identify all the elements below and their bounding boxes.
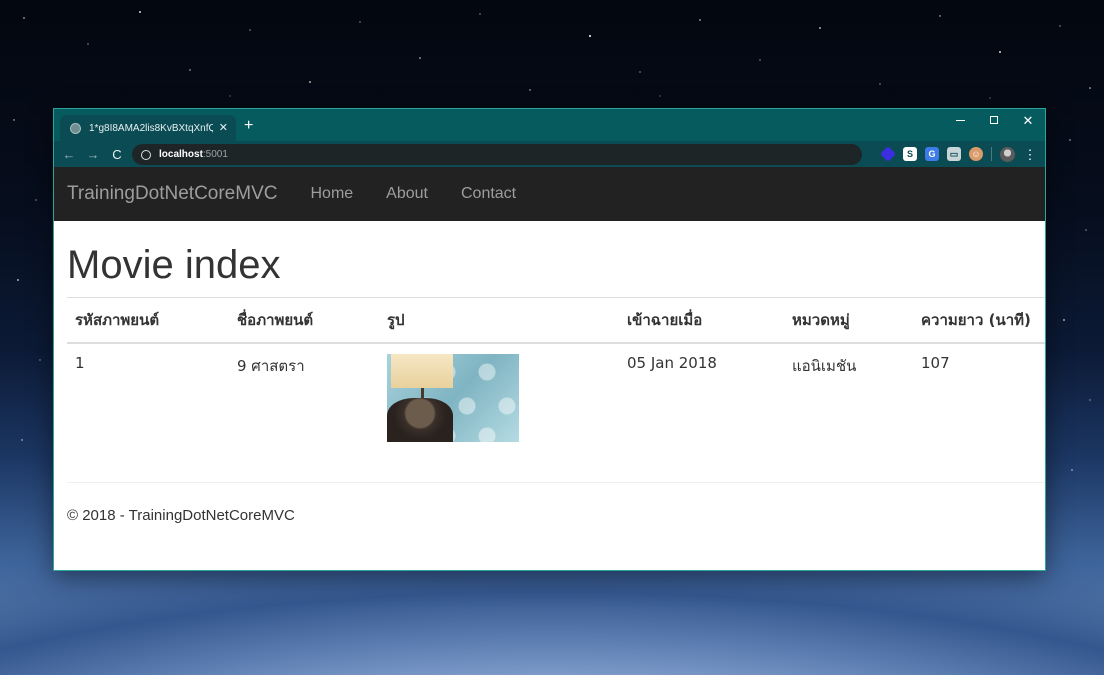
cell-release-date: 05 Jan 2018 <box>627 354 717 372</box>
header-length: ความยาว (นาที) <box>913 297 1045 344</box>
toolbar-divider <box>991 147 992 161</box>
movie-table: รหัสภาพยนต์ ชื่อภาพยนต์ รูป เข้าฉายเมื่อ… <box>67 297 1045 452</box>
browser-toolbar: ← → C localhost:5001 S G ▭ ☺ ⋮ <box>54 141 1045 167</box>
header-movie-id: รหัสภาพยนต์ <box>67 297 229 344</box>
nav-contact[interactable]: Contact <box>461 185 516 203</box>
browser-window: 1*g8I8AMA2lis8KvBXtqXnfQ.png ✕ + ✕ ← → C… <box>53 108 1046 571</box>
table-header-row: รหัสภาพยนต์ ชื่อภาพยนต์ รูป เข้าฉายเมื่อ… <box>67 297 1045 344</box>
maximize-icon <box>990 116 998 124</box>
page-title: Movie index <box>67 243 281 287</box>
close-icon: ✕ <box>1022 112 1034 128</box>
address-bar[interactable]: localhost:5001 <box>132 144 862 165</box>
header-release-date: เข้าฉายเมื่อ <box>619 297 784 344</box>
maximize-button[interactable] <box>977 109 1011 131</box>
translate-extension-icon[interactable]: G <box>925 147 939 161</box>
header-movie-name: ชื่อภาพยนต์ <box>229 297 379 344</box>
navbar-brand[interactable]: TrainingDotNetCoreMVC <box>67 183 277 205</box>
tab-close-icon[interactable]: ✕ <box>219 122 228 134</box>
address-text: localhost:5001 <box>159 149 228 160</box>
forward-button[interactable]: → <box>81 142 105 166</box>
browser-menu-icon[interactable]: ⋮ <box>1023 148 1037 161</box>
minimize-icon <box>955 119 965 121</box>
cell-length: 107 <box>921 354 950 372</box>
profile-avatar[interactable] <box>1000 146 1015 162</box>
footer-divider <box>67 482 1045 483</box>
s-extension-icon[interactable]: S <box>903 147 917 161</box>
screenshot-extension-icon[interactable]: ▭ <box>947 147 961 161</box>
diamond-extension-icon[interactable] <box>880 146 896 162</box>
table-row: 1 9 ศาสตรา 05 Jan 2018 แอนิเมชัน 107 <box>67 343 1045 452</box>
site-info-icon[interactable] <box>141 149 151 160</box>
footer-copyright: © 2018 - TrainingDotNetCoreMVC <box>67 507 295 524</box>
header-movie-image: รูป <box>379 297 619 344</box>
title-bar: 1*g8I8AMA2lis8KvBXtqXnfQ.png ✕ + ✕ <box>54 109 1045 141</box>
cell-category: แอนิเมชัน <box>792 357 857 375</box>
back-button[interactable]: ← <box>57 142 81 166</box>
tab-title: 1*g8I8AMA2lis8KvBXtqXnfQ.png <box>89 122 213 134</box>
cell-movie-image <box>379 343 619 452</box>
reload-button[interactable]: C <box>105 142 129 166</box>
nav-about[interactable]: About <box>386 185 428 203</box>
tab-favicon-icon <box>70 122 81 134</box>
close-window-button[interactable]: ✕ <box>1011 109 1045 131</box>
browser-tab[interactable]: 1*g8I8AMA2lis8KvBXtqXnfQ.png ✕ <box>60 115 236 141</box>
cell-movie-name: 9 ศาสตรา <box>237 357 305 375</box>
nav-home[interactable]: Home <box>310 185 353 203</box>
face-extension-icon[interactable]: ☺ <box>969 147 983 161</box>
site-navbar: TrainingDotNetCoreMVC Home About Contact <box>54 167 1045 221</box>
minimize-button[interactable] <box>943 109 977 131</box>
movie-poster-image <box>387 354 519 442</box>
extensions-area: S G ▭ ☺ ⋮ <box>880 144 1037 164</box>
cell-movie-id: 1 <box>75 354 85 372</box>
page-content: Movie index รหัสภาพยนต์ ชื่อภาพยนต์ รูป … <box>67 221 1045 524</box>
header-category: หมวดหมู่ <box>784 297 913 344</box>
new-tab-button[interactable]: + <box>244 118 253 134</box>
